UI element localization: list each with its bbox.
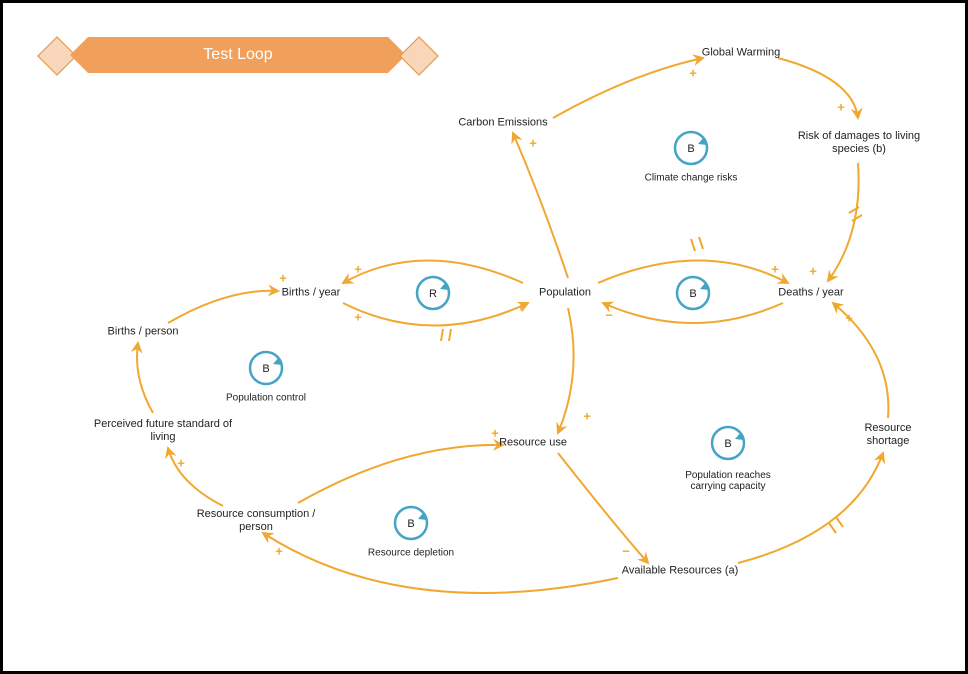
- pol-1: +: [354, 262, 362, 277]
- loop-births-R: R: [417, 277, 449, 309]
- link-carbon-gw: [553, 58, 703, 118]
- link-gw-risk: [778, 58, 858, 118]
- node-births-year: Births / year: [282, 286, 341, 299]
- loop-carrying: B: [712, 427, 744, 459]
- node-resource-cons: Resource consumption / person: [181, 508, 331, 534]
- link-pop-deaths: [598, 261, 788, 284]
- pol-6: +: [689, 66, 697, 81]
- link-std-bperson: [137, 343, 153, 413]
- svg-text:B: B: [724, 438, 731, 450]
- pol-17: +: [354, 310, 362, 325]
- link-bperson-byear: [168, 291, 278, 323]
- node-deaths-year: Deaths / year: [778, 286, 843, 299]
- pol-8: +: [809, 264, 817, 279]
- delay-births-pop: [441, 329, 451, 341]
- node-available-res: Available Resources (a): [622, 564, 739, 577]
- pol-14: +: [177, 456, 185, 471]
- node-carbon: Carbon Emissions: [458, 116, 547, 129]
- link-resuse-avail: [558, 453, 648, 563]
- link-pop-resuse: [558, 308, 574, 433]
- node-resource-short: Resource shortage: [850, 422, 927, 448]
- label-carrying: Population reaches carrying capacity: [685, 470, 771, 492]
- pol-4: −: [605, 308, 613, 323]
- pol-2: +: [517, 300, 525, 315]
- label-climate: Climate change risks: [645, 173, 738, 184]
- link-deaths-pop: [603, 303, 783, 323]
- pol-9: +: [583, 409, 591, 424]
- pol-13: +: [275, 544, 283, 559]
- node-risk-damage: Risk of damages to living species (b): [779, 130, 939, 156]
- svg-text:B: B: [407, 518, 414, 530]
- pol-12: +: [845, 311, 853, 326]
- link-pop-births: [343, 261, 523, 284]
- svg-text:B: B: [262, 363, 269, 375]
- loop-popcontrol: B: [250, 352, 282, 384]
- delay-deaths-pop: [691, 237, 703, 251]
- link-births-pop: [343, 303, 528, 326]
- node-global-warm: Global Warming: [702, 46, 780, 59]
- svg-text:B: B: [689, 288, 696, 300]
- link-risk-deaths: [828, 163, 859, 281]
- delay-avail-short: [829, 517, 843, 533]
- loop-depletion: B: [395, 507, 427, 539]
- node-population: Population: [539, 286, 591, 299]
- link-rescons-resuse: [298, 445, 503, 503]
- pol-7: +: [837, 100, 845, 115]
- pol-3: +: [771, 262, 779, 277]
- loop-climate: B: [675, 132, 707, 164]
- node-perceived-std: Perceived future standard of living: [73, 418, 253, 444]
- node-births-person: Births / person: [108, 325, 179, 338]
- pol-16: +: [491, 426, 499, 441]
- link-pop-carbon: [513, 133, 568, 278]
- svg-text:B: B: [687, 143, 694, 155]
- link-avail-rescons: [263, 533, 618, 593]
- link-short-deaths: [833, 303, 888, 418]
- node-resource-use: Resource use: [499, 436, 567, 449]
- pol-10: −: [622, 544, 630, 559]
- loop-deaths-B: B: [677, 277, 709, 309]
- svg-text:R: R: [429, 288, 437, 300]
- label-depletion: Resource depletion: [368, 548, 454, 559]
- pol-5: +: [529, 136, 537, 151]
- pol-15: +: [279, 271, 287, 286]
- label-popcontrol: Population control: [226, 393, 306, 404]
